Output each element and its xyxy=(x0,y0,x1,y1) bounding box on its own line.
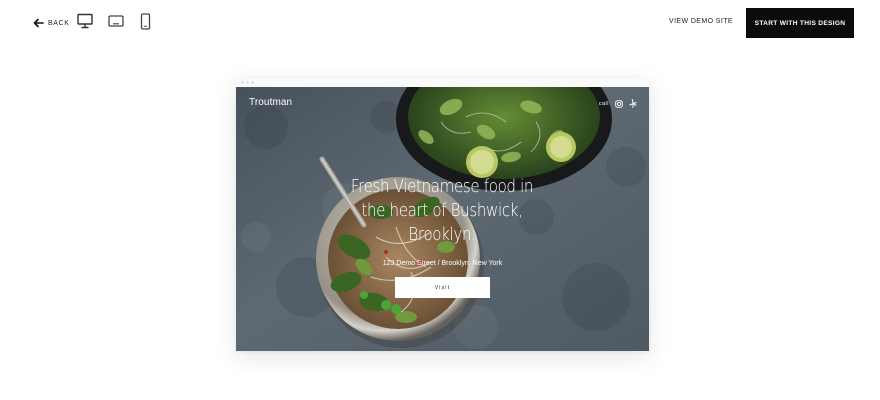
desktop-icon[interactable] xyxy=(77,13,93,30)
nav-call-link[interactable]: call xyxy=(599,101,609,107)
yelp-icon[interactable] xyxy=(629,99,637,108)
mobile-icon[interactable] xyxy=(140,13,151,30)
back-label: BACK xyxy=(48,19,70,27)
tablet-icon[interactable] xyxy=(108,13,124,30)
browser-dot xyxy=(241,81,244,84)
hero-address: 123 Demo Street / Brooklyn, New York xyxy=(382,260,503,267)
instagram-icon[interactable] xyxy=(615,99,623,108)
back-button[interactable]: BACK xyxy=(33,15,69,31)
arrow-left-icon xyxy=(33,18,44,28)
visit-button[interactable]: Visit xyxy=(395,277,490,298)
hero-section: Troutman call Fresh Vietnamese food in t… xyxy=(236,87,649,351)
template-preview: Troutman call Fresh Vietnamese food in t… xyxy=(236,78,649,351)
site-name[interactable]: Troutman xyxy=(249,97,292,108)
browser-bar xyxy=(236,78,649,87)
browser-dot xyxy=(246,81,249,84)
site-nav: call xyxy=(599,99,637,108)
start-with-this-design-button[interactable]: START WITH THIS DESIGN xyxy=(746,8,854,38)
browser-dot xyxy=(251,81,254,84)
view-demo-site-link[interactable]: VIEW DEMO SITE xyxy=(669,18,733,25)
hero-headline: Fresh Vietnamese food in the heart of Bu… xyxy=(350,177,534,245)
top-toolbar: BACK VIEW DEMO SITE START WITH THIS DESI… xyxy=(0,0,880,46)
